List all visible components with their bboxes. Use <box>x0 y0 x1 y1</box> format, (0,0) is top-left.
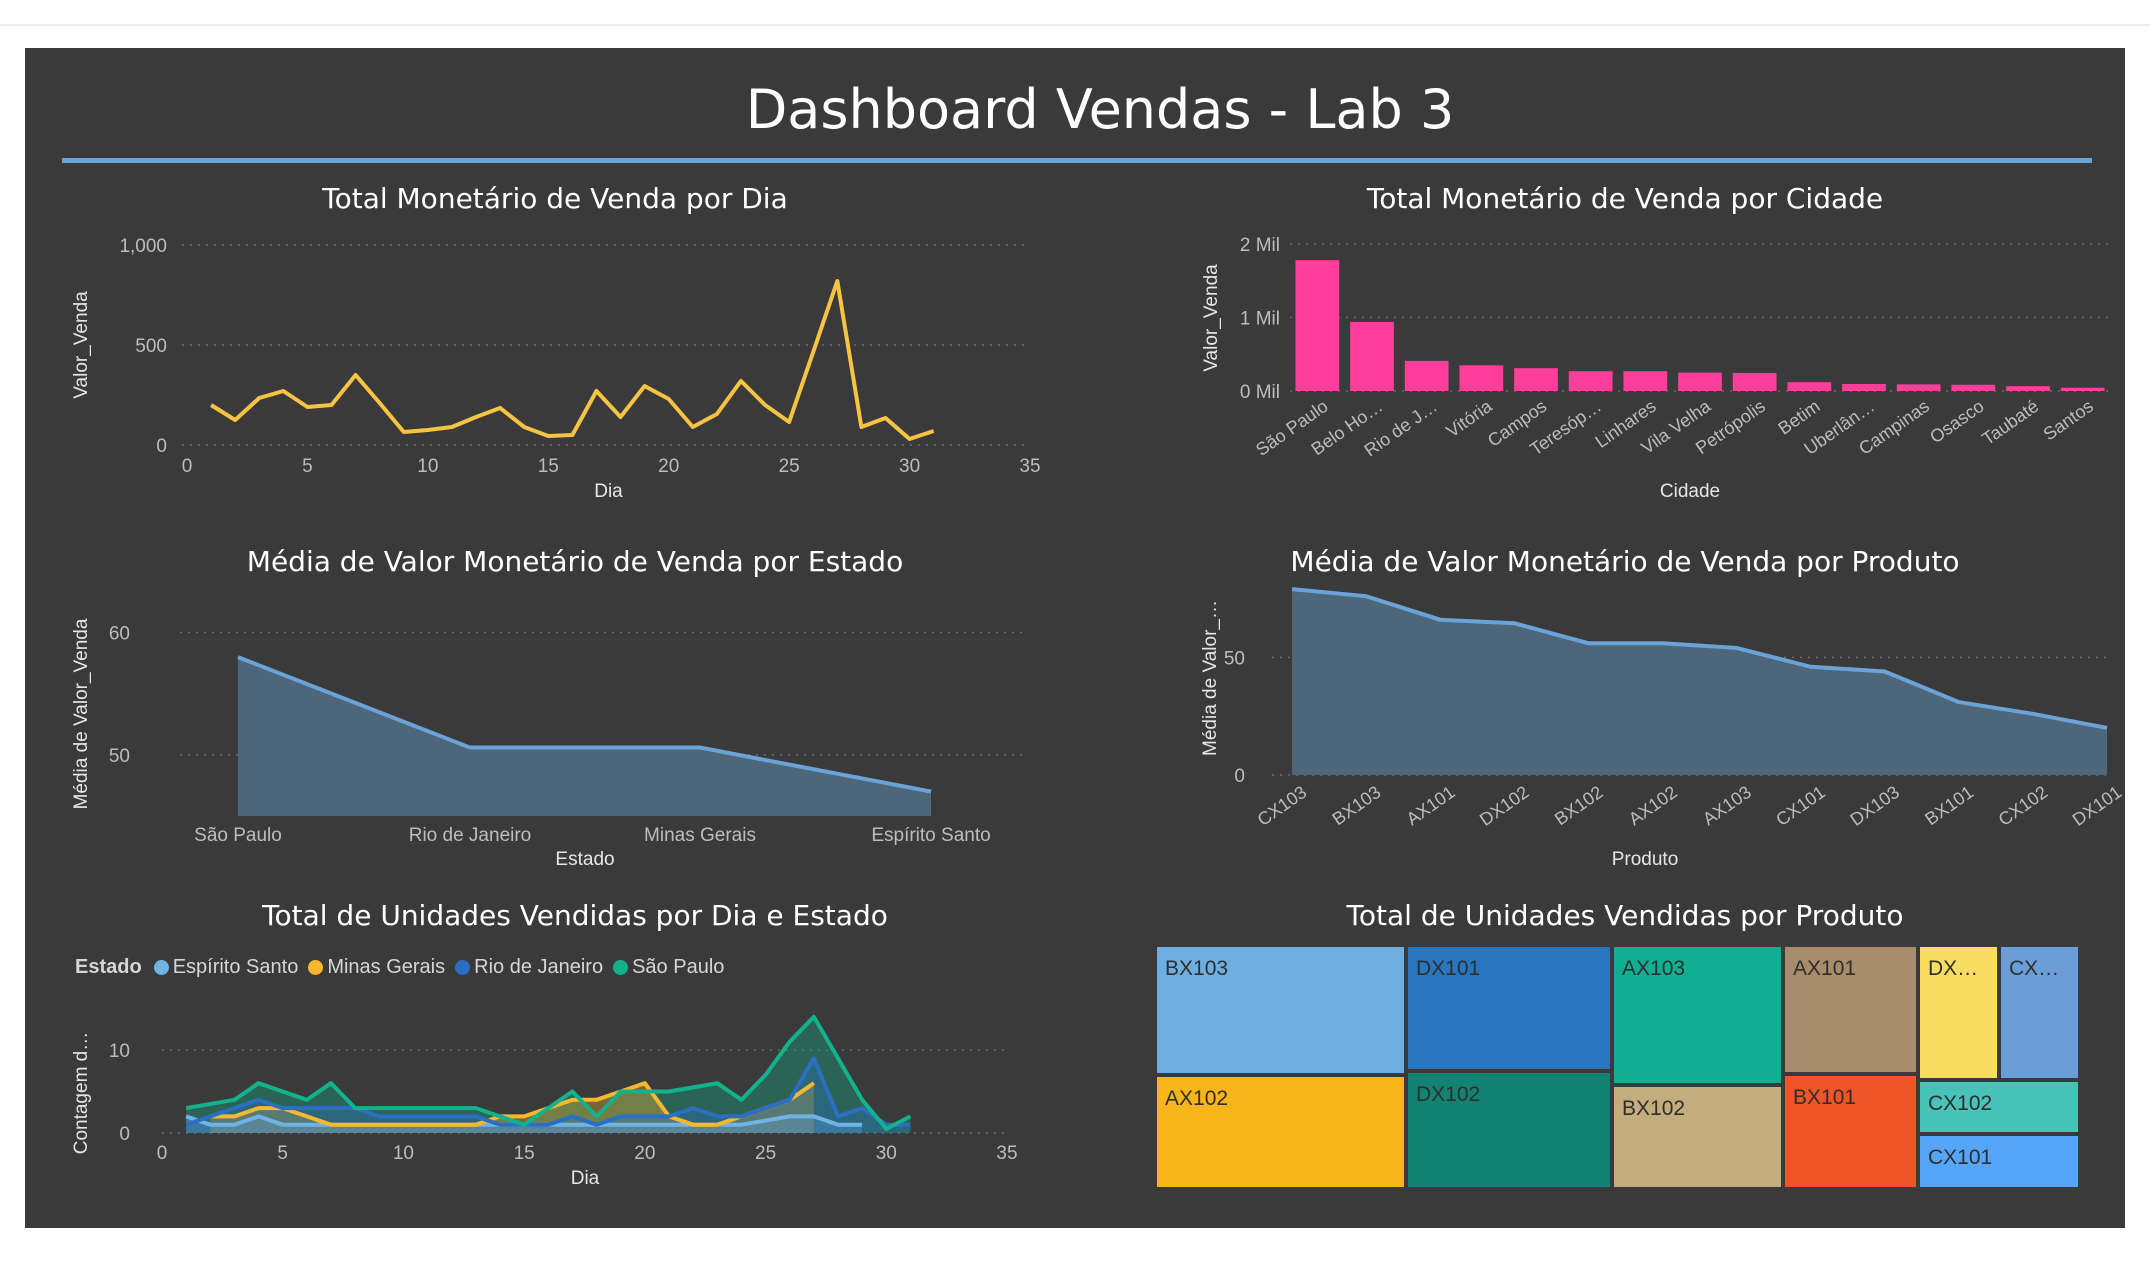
dashboard-canvas: Dashboard Vendas - Lab 3 Total Monetário… <box>25 48 2125 1228</box>
treemap-label: AX102 <box>1165 1087 1229 1110</box>
x-tick-label: AX103 <box>1699 782 1755 829</box>
treemap-tile-ax102[interactable]: AX102 <box>1155 1075 1406 1189</box>
y-tick-label: 10 <box>109 1041 130 1062</box>
y-tick-label: 0 <box>119 1124 130 1145</box>
x-tick-label: BX101 <box>1921 782 1977 829</box>
treemap-tile-dx[interactable]: DX… <box>1918 945 1999 1080</box>
x-tick-label: DX103 <box>1846 782 1903 830</box>
x-tick-label: CX103 <box>1254 782 1311 830</box>
x-axis-label: Dia <box>571 1168 600 1189</box>
chart-title-unidades-produto: Total de Unidades Vendidas por Produto <box>1346 899 1904 932</box>
treemap-tile-cx102[interactable]: CX102 <box>1918 1080 2080 1134</box>
treemap-tile-bx103[interactable]: BX103 <box>1155 945 1406 1075</box>
treemap-label: BX103 <box>1165 957 1229 980</box>
treemap-label: BX102 <box>1622 1097 1686 1120</box>
x-tick-label: 5 <box>277 1143 288 1164</box>
treemap-tile-ax103[interactable]: AX103 <box>1612 945 1783 1085</box>
treemap-tile-dx102[interactable]: DX102 <box>1406 1071 1612 1189</box>
x-tick-label: 25 <box>755 1143 776 1164</box>
treemap-tile-ax101[interactable]: AX101 <box>1783 945 1918 1074</box>
treemap-label: CX… <box>2009 957 2060 980</box>
x-tick-label: 20 <box>634 1143 655 1164</box>
x-tick-label: 0 <box>157 1143 168 1164</box>
treemap-label: DX102 <box>1416 1083 1481 1106</box>
x-tick-label: DX101 <box>2069 782 2126 830</box>
treemap-tile-dx101[interactable]: DX101 <box>1406 945 1612 1071</box>
x-tick-label: DX102 <box>1476 782 1533 830</box>
treemap-tile-cx101[interactable]: CX101 <box>1918 1134 2080 1189</box>
y-tick-label: 50 <box>1224 648 1245 669</box>
treemap-label: DX… <box>1928 957 1979 980</box>
treemap-label: BX101 <box>1793 1086 1857 1109</box>
treemap-label: DX101 <box>1416 957 1481 980</box>
x-tick-label: 35 <box>996 1143 1017 1164</box>
y-tick-label: 0 <box>1234 766 1245 787</box>
x-tick-label: BX103 <box>1329 782 1385 829</box>
x-axis-label: Produto <box>1612 849 1679 870</box>
x-tick-label: 15 <box>514 1143 535 1164</box>
x-tick-label: AX101 <box>1403 782 1459 829</box>
chart-unidades-dia-estado: 0 10 0 5 10 15 20 25 30 35 Dia Contagem d… <box>71 1014 1018 1189</box>
treemap-tile-bx102[interactable]: BX102 <box>1612 1085 1783 1189</box>
x-tick-label: AX102 <box>1625 782 1681 829</box>
x-tick-label: 30 <box>876 1143 897 1164</box>
treemap-label: CX101 <box>1928 1146 1993 1169</box>
x-tick-label: BX102 <box>1551 782 1607 829</box>
treemap-tile-cx[interactable]: CX… <box>1999 945 2080 1080</box>
treemap-label: CX102 <box>1928 1092 1993 1115</box>
x-tick-label: 10 <box>393 1143 414 1164</box>
chart-media-produto: 0 50 CX103 BX103 AX101 DX102 BX102 AX102 AX103 CX… <box>1200 587 2126 870</box>
treemap-tile-bx101[interactable]: BX101 <box>1783 1074 1918 1189</box>
y-axis-label: Média de Valor_… <box>1200 600 1221 756</box>
treemap-label: AX103 <box>1622 957 1686 980</box>
x-tick-label: CX102 <box>1995 782 2052 830</box>
treemap-label: AX101 <box>1793 957 1857 980</box>
x-tick-label: CX101 <box>1772 782 1829 830</box>
y-axis-label: Contagem d… <box>71 1032 92 1155</box>
top-divider <box>0 24 2150 26</box>
area-fill <box>1292 589 2107 775</box>
